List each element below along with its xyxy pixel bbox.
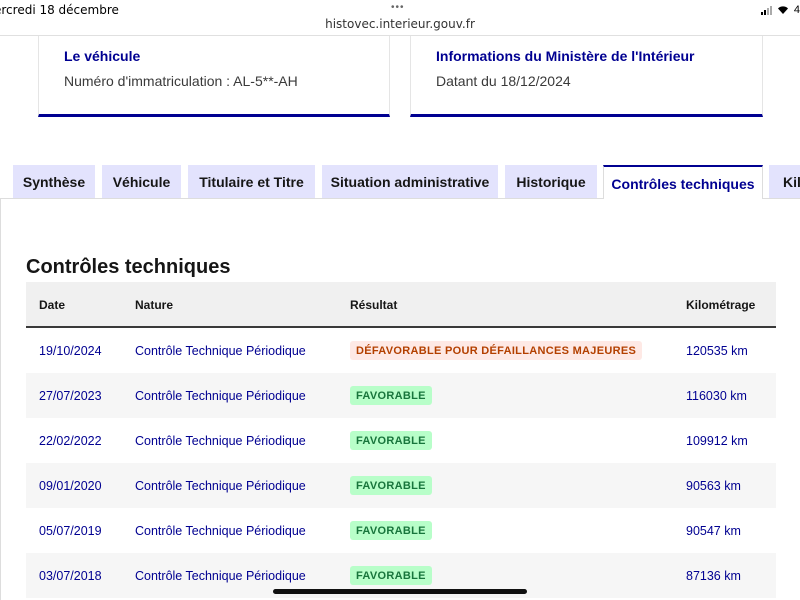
tab-titulaire[interactable]: Titulaire et Titre [188,165,315,198]
status-date: ercredi 18 décembre [0,3,119,17]
section-title: Contrôles techniques [26,256,231,278]
row-km: 87136 km [686,569,741,583]
status-indicators: 4 [760,4,800,16]
table-row: 19/10/2024 Contrôle Technique Périodique… [26,328,776,373]
header-result: Résultat [350,298,398,312]
result-badge-favorable: FAVORABLE [350,521,432,540]
inspections-table: Date Nature Résultat Kilométrage 19/10/2… [26,282,776,598]
row-km: 90547 km [686,524,741,538]
table-row: 05/07/2019 Contrôle Technique Périodique… [26,508,776,553]
row-date: 05/07/2019 [39,524,102,538]
registration-number: Numéro d'immatriculation : AL-5**-AH [64,73,298,89]
status-bar: ercredi 18 décembre ••• histovec.interie… [0,0,800,36]
ministry-card: Informations du Ministère de l'Intérieur… [410,36,763,117]
tab-overview-dots[interactable]: ••• [391,2,405,13]
row-nature: Contrôle Technique Périodique [135,479,306,493]
signal-icon [760,5,772,15]
row-date: 22/02/2022 [39,434,102,448]
row-date: 19/10/2024 [39,344,102,358]
result-badge-favorable: FAVORABLE [350,476,432,495]
battery-level: 4 [793,4,800,16]
row-nature: Contrôle Technique Périodique [135,434,306,448]
row-km: 90563 km [686,479,741,493]
vehicle-card-title: Le véhicule [64,48,141,64]
table-row: 22/02/2022 Contrôle Technique Périodique… [26,418,776,463]
header-nature: Nature [135,298,174,312]
home-indicator[interactable] [273,589,527,594]
row-km: 116030 km [686,389,747,403]
vehicle-card: Le véhicule Numéro d'immatriculation : A… [38,36,390,117]
row-date: 09/01/2020 [39,479,102,493]
report-tabs: Synthèse Véhicule Titulaire et Titre Sit… [0,165,800,200]
tab-synthese[interactable]: Synthèse [13,165,95,198]
row-nature: Contrôle Technique Périodique [135,389,306,403]
result-badge-defavorable: DÉFAVORABLE POUR DÉFAILLANCES MAJEURES [350,341,643,360]
tab-vehicule[interactable]: Véhicule [102,165,181,198]
header-km: Kilométrage [686,298,756,312]
table-row: 09/01/2020 Contrôle Technique Périodique… [26,463,776,508]
table-header: Date Nature Résultat Kilométrage [26,282,776,328]
row-km: 109912 km [686,434,748,448]
header-date: Date [39,298,66,312]
tab-controles-techniques[interactable]: Contrôles techniques [603,165,763,200]
row-nature: Contrôle Technique Périodique [135,569,306,583]
result-badge-favorable: FAVORABLE [350,431,432,450]
row-km: 120535 km [686,344,748,358]
result-badge-favorable: FAVORABLE [350,386,432,405]
row-date: 27/07/2023 [39,389,102,403]
row-nature: Contrôle Technique Périodique [135,344,306,358]
address-bar-url[interactable]: histovec.interieur.gouv.fr [0,17,800,31]
row-date: 03/07/2018 [39,569,102,583]
tab-panel: Contrôles techniques Date Nature Résulta… [0,199,800,600]
result-badge-favorable: FAVORABLE [350,566,432,585]
tab-kilometrage[interactable]: Kil [769,165,800,198]
wifi-icon [777,6,788,14]
row-nature: Contrôle Technique Périodique [135,524,306,538]
table-row: 27/07/2023 Contrôle Technique Périodique… [26,373,776,418]
tab-historique[interactable]: Historique [505,165,597,198]
ministry-card-title: Informations du Ministère de l'Intérieur [436,48,695,64]
data-date: Datant du 18/12/2024 [436,73,571,89]
tab-situation-administrative[interactable]: Situation administrative [322,165,498,198]
